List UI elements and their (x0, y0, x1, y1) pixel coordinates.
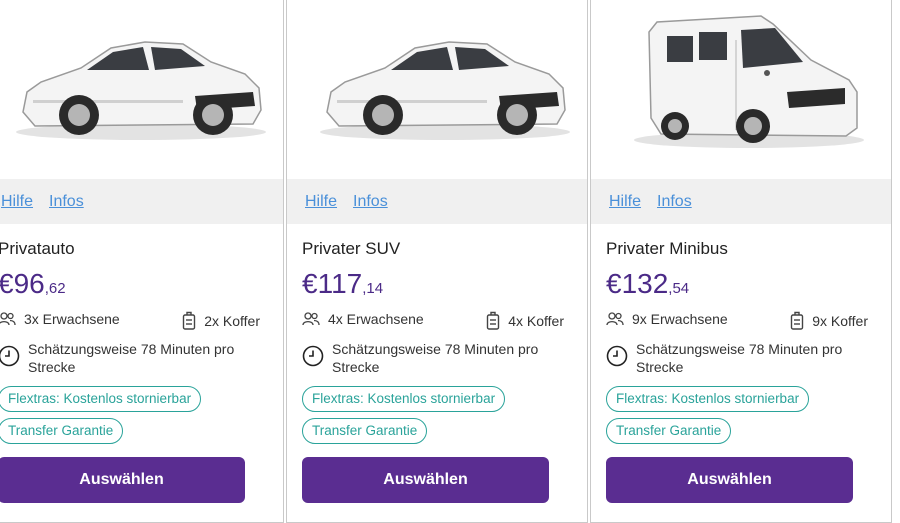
vehicle-title: Privater Minibus (606, 239, 728, 258)
price: €96,62 (0, 268, 66, 300)
capacity-row: 3x Erwachsene 2x Koffer (0, 311, 260, 331)
select-button[interactable]: Auswählen (0, 457, 245, 503)
estimate-text: Schätzungsweise 78 Minuten pro Strecke (636, 341, 843, 375)
car-sedan-icon (16, 41, 266, 140)
clock-icon (302, 345, 324, 367)
clock-icon (606, 345, 628, 367)
price-cents: ,14 (362, 280, 384, 297)
passenger-count: 3x Erwachsene (24, 311, 120, 327)
flextras-badge: Flextras: Kostenlos stornierbar (606, 386, 810, 412)
info-link[interactable]: Infos (353, 193, 388, 211)
vehicle-title: Privater SUV (302, 239, 401, 258)
vehicle-title: Privatauto (0, 239, 75, 258)
info-link[interactable]: Infos (657, 193, 692, 211)
travel-time-estimate: Schätzungsweise 78 Minuten pro Strecke (0, 340, 260, 376)
luggage-count: 9x Koffer (812, 313, 868, 329)
luggage-capacity: 2x Koffer (182, 311, 260, 331)
passengers-icon (0, 312, 16, 326)
vehicle-image (287, 0, 587, 178)
links-bar: Hilfe Infos (0, 179, 283, 224)
travel-time-estimate: Schätzungsweise 78 Minuten pro Strecke (302, 340, 564, 376)
price: €132,54 (606, 268, 689, 300)
passenger-capacity: 3x Erwachsene (0, 311, 120, 327)
estimate-text: Schätzungsweise 78 Minuten pro Strecke (28, 341, 235, 375)
flextras-badge: Flextras: Kostenlos stornierbar (0, 386, 202, 412)
luggage-count: 4x Koffer (508, 313, 564, 329)
select-button[interactable]: Auswählen (606, 457, 853, 503)
vehicle-card-privater-suv: Hilfe Infos Privater SUV €117,14 4x Erwa… (286, 0, 588, 523)
help-link[interactable]: Hilfe (609, 193, 641, 211)
vehicle-card-privatauto: Hilfe Infos Privatauto €96,62 3x Erwachs… (0, 0, 284, 523)
links-bar: Hilfe Infos (287, 179, 587, 224)
price-cents: ,62 (44, 280, 66, 297)
suitcase-icon (487, 311, 500, 330)
luggage-capacity: 4x Koffer (486, 311, 564, 331)
transfer-guarantee-badge: Transfer Garantie (0, 418, 124, 444)
info-link[interactable]: Infos (49, 193, 84, 211)
transfer-guarantee-badge: Transfer Garantie (302, 418, 428, 444)
luggage-capacity: 9x Koffer (790, 311, 868, 331)
price-main: €117 (302, 268, 363, 299)
transfer-guarantee-badge: Transfer Garantie (606, 418, 732, 444)
estimate-text: Schätzungsweise 78 Minuten pro Strecke (332, 341, 539, 375)
vehicle-image (0, 0, 283, 178)
travel-time-estimate: Schätzungsweise 78 Minuten pro Strecke (606, 340, 868, 376)
passengers-icon (606, 312, 624, 326)
suitcase-icon (791, 311, 804, 330)
suitcase-icon (183, 311, 196, 330)
passenger-capacity: 9x Erwachsene (606, 311, 728, 327)
vehicle-card-privater-minibus: Hilfe Infos Privater Minibus €132,54 9x … (590, 0, 892, 523)
capacity-row: 4x Erwachsene 4x Koffer (302, 311, 564, 331)
clock-icon (0, 345, 20, 367)
vehicle-image (591, 0, 891, 178)
price-cents: ,54 (668, 280, 690, 297)
passenger-count: 9x Erwachsene (632, 311, 728, 327)
capacity-row: 9x Erwachsene 9x Koffer (606, 311, 868, 331)
help-link[interactable]: Hilfe (1, 193, 33, 211)
help-link[interactable]: Hilfe (305, 193, 337, 211)
passenger-capacity: 4x Erwachsene (302, 311, 424, 327)
passenger-count: 4x Erwachsene (328, 311, 424, 327)
select-button[interactable]: Auswählen (302, 457, 549, 503)
price: €117,14 (302, 268, 383, 300)
links-bar: Hilfe Infos (591, 179, 891, 224)
passengers-icon (302, 312, 320, 326)
price-main: €132 (606, 268, 669, 299)
luggage-count: 2x Koffer (204, 313, 260, 329)
minibus-icon (634, 15, 864, 148)
price-main: €96 (0, 268, 45, 299)
flextras-badge: Flextras: Kostenlos stornierbar (302, 386, 506, 412)
car-sedan-icon (320, 41, 570, 140)
